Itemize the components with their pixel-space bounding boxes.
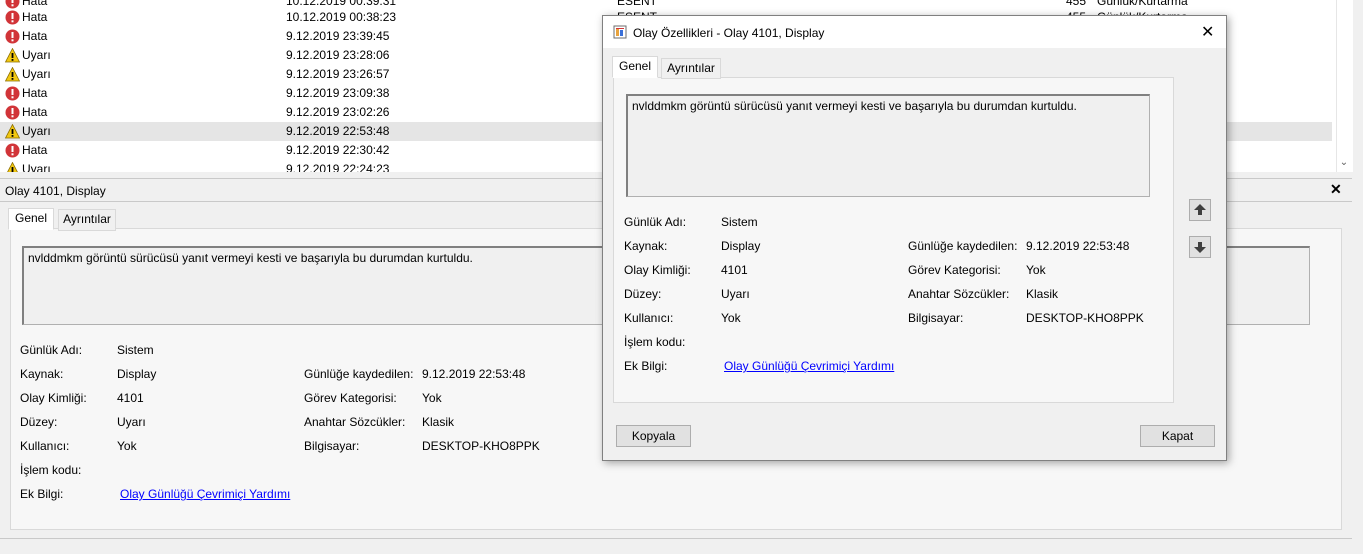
warning-icon [5,67,20,82]
preview-event-id-label: Olay Kimliği: [20,391,87,405]
preview-event-id-value: 4101 [117,391,144,405]
error-icon [5,143,20,158]
event-properties-dialog: Olay Özellikleri - Olay 4101, Display ✕ … [602,15,1227,461]
warning-icon [5,48,20,63]
row-date: 9.12.2019 23:28:06 [286,48,390,62]
dialog-description-text: nvlddmkm görüntü sürücüsü yanıt vermeyi … [632,99,1077,113]
dialog-close-icon[interactable]: ✕ [1201,22,1214,42]
preview-tab-ayrintilar[interactable]: Ayrıntılar [58,209,116,231]
preview-tab-genel[interactable]: Genel [8,208,54,230]
row-level: Uyarı [22,67,51,81]
row-level: Hata [22,86,48,100]
preview-description-text: nvlddmkm görüntü sürücüsü yanıt vermeyi … [28,251,473,265]
dialog-log-name-value: Sistem [721,215,758,229]
row-category: Günlük/Kurtarma [1097,0,1188,8]
dialog-tab-ayrintilar[interactable]: Ayrıntılar [661,58,721,79]
preview-computer-value: DESKTOP-KHO8PPK [422,439,540,453]
preview-level-label: Düzey: [20,415,58,429]
dialog-level-label: Düzey: [624,287,662,301]
row-level: Hata [22,143,48,157]
preview-more-info-label: Ek Bilgi: [20,487,64,501]
preview-log-name-label: Günlük Adı: [20,343,83,357]
previous-event-button[interactable] [1189,199,1211,221]
row-date: 9.12.2019 22:30:42 [286,143,390,157]
dialog-computer-value: DESKTOP-KHO8PPK [1026,311,1144,325]
dialog-logged-label: Günlüğe kaydedilen: [908,239,1018,253]
preview-logged-value: 9.12.2019 22:53:48 [422,367,526,381]
dialog-event-id-value: 4101 [721,263,748,277]
row-date: 9.12.2019 22:53:48 [286,124,390,138]
list-scrollbar[interactable] [1336,0,1353,172]
preview-opcode-label: İşlem kodu: [20,463,82,477]
dialog-computer-label: Bilgisayar: [908,311,964,325]
dialog-keywords-value: Klasik [1026,287,1059,301]
dialog-titlebar[interactable]: Olay Özellikleri - Olay 4101, Display ✕ [603,16,1226,48]
preview-online-help-link[interactable]: Olay Günlüğü Çevrimiçi Yardımı [120,487,290,501]
preview-level-value: Uyarı [117,415,146,429]
dialog-task-label: Görev Kategorisi: [908,263,1001,277]
row-date: 9.12.2019 23:02:26 [286,105,390,119]
dialog-logged-value: 9.12.2019 22:53:48 [1026,239,1130,253]
preview-task-value: Yok [422,391,442,405]
dialog-user-value: Yok [721,311,741,325]
preview-title: Olay 4101, Display [5,184,106,198]
dialog-log-name-label: Günlük Adı: [624,215,687,229]
preview-user-value: Yok [117,439,137,453]
row-event-id: 455 [1066,0,1087,8]
row-level: Hata [22,29,48,43]
row-level: Hata [22,0,48,8]
dialog-tab-genel[interactable]: Genel [612,56,658,78]
row-date: 9.12.2019 23:39:45 [286,29,390,43]
row-level: Uyarı [22,124,51,138]
row-level: Uyarı [22,48,51,62]
error-icon [5,105,20,120]
close-button[interactable]: Kapat [1140,425,1215,447]
row-date: 9.12.2019 23:09:38 [286,86,390,100]
preview-log-name-value: Sistem [117,343,154,357]
preview-computer-label: Bilgisayar: [304,439,360,453]
dialog-keywords-label: Anahtar Sözcükler: [908,287,1010,301]
dialog-title: Olay Özellikleri - Olay 4101, Display [633,26,825,40]
row-date: 10.12.2019 00:39:31 [286,0,397,8]
dialog-source-label: Kaynak: [624,239,668,253]
error-icon [5,86,20,101]
preview-keywords-label: Anahtar Sözcükler: [304,415,406,429]
arrow-up-icon [1194,204,1206,215]
dialog-description-box[interactable]: nvlddmkm görüntü sürücüsü yanıt vermeyi … [626,94,1150,197]
dialog-opcode-label: İşlem kodu: [624,335,686,349]
row-date: 9.12.2019 22:24:23 [286,162,390,172]
row-date: 10.12.2019 00:38:23 [286,10,397,24]
dialog-task-value: Yok [1026,263,1046,277]
dialog-source-value: Display [721,239,761,253]
dialog-level-value: Uyarı [721,287,750,301]
row-date: 9.12.2019 23:26:57 [286,67,390,81]
warning-icon [5,124,20,139]
scroll-down-arrow-icon[interactable]: ⌄ [1336,155,1352,171]
preview-task-label: Görev Kategorisi: [304,391,397,405]
dialog-user-label: Kullanıcı: [624,311,674,325]
row-level: Hata [22,10,48,24]
arrow-down-icon [1194,242,1206,253]
row-source: ESENT [617,0,658,8]
preview-source-label: Kaynak: [20,367,64,381]
dialog-event-id-label: Olay Kimliği: [624,263,691,277]
preview-source-value: Display [117,367,157,381]
dialog-online-help-link[interactable]: Olay Günlüğü Çevrimiçi Yardımı [724,359,894,373]
row-level: Hata [22,105,48,119]
error-icon [5,10,20,25]
preview-close-icon[interactable]: ✕ [1330,181,1342,198]
row-level: Uyarı [22,162,51,172]
error-icon [5,29,20,44]
preview-keywords-value: Klasik [422,415,455,429]
preview-bottom-border [0,538,1352,539]
next-event-button[interactable] [1189,236,1211,258]
warning-icon [7,162,18,172]
copy-button[interactable]: Kopyala [616,425,691,447]
preview-logged-label: Günlüğe kaydedilen: [304,367,414,381]
dialog-more-info-label: Ek Bilgi: [624,359,668,373]
event-viewer-app-icon [613,25,627,39]
preview-user-label: Kullanıcı: [20,439,70,453]
